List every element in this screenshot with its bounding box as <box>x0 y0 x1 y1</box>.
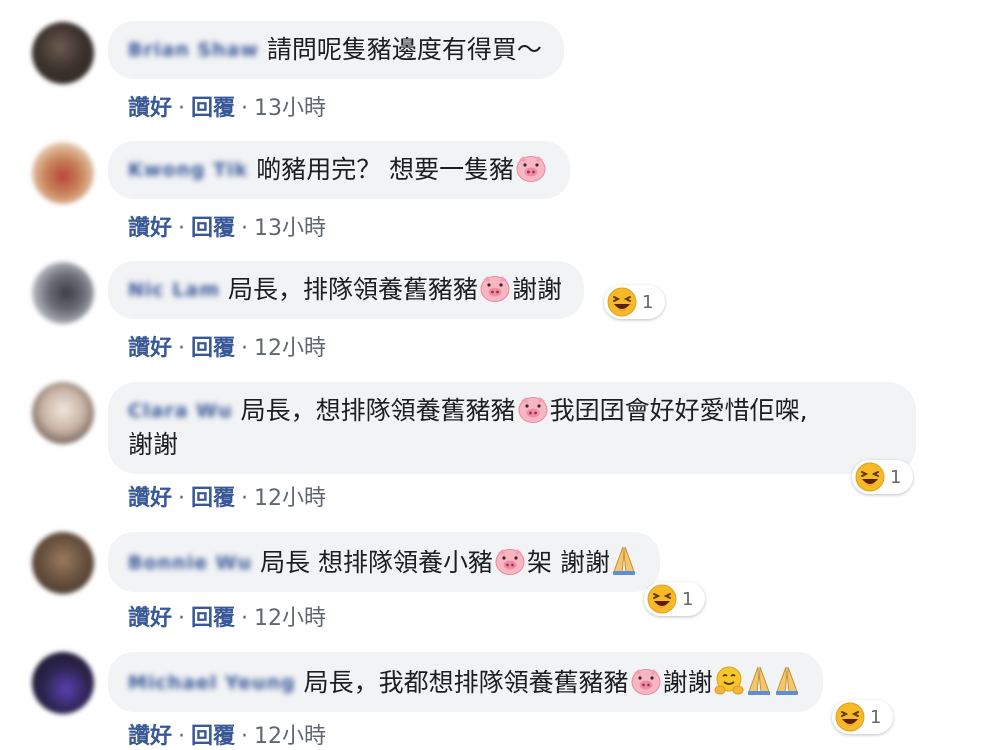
comment-bubble: Clara Wu 局長，想排隊領養舊豬豬 我囝囝會好好愛惜佢㗎, 謝謝 <box>108 382 916 474</box>
haha-icon <box>835 702 865 732</box>
comment-bubble: Bonnie Wu 局長 想排隊領養小豬 架 謝謝 <box>108 532 660 592</box>
comment-actions: 讚好 · 回覆 · 12小時 <box>128 600 326 632</box>
reaction-count: 1 <box>682 588 694 610</box>
avatar[interactable] <box>32 142 94 204</box>
comment-actions: 讚好 · 回覆 · 13小時 <box>128 90 326 122</box>
comment-text-end: 架 謝謝 <box>527 548 610 577</box>
pig-face-icon <box>517 394 549 424</box>
comment-text: 請問呢隻豬邊度有得買～ <box>266 35 542 64</box>
comment-text-end: 謝謝 <box>662 668 713 697</box>
reaction-badge[interactable]: 1 <box>604 285 666 319</box>
separator-dot: · <box>178 96 186 121</box>
comment-bubble: Kwong Tik 啲豬用完？ 想要一隻豬 <box>108 141 571 199</box>
separator-dot: · <box>178 336 186 361</box>
separator-dot: · <box>241 336 249 361</box>
comment-author[interactable]: Bonnie Wu <box>128 546 252 580</box>
like-link[interactable]: 讚好 <box>128 216 172 241</box>
timestamp[interactable]: 13小時 <box>254 96 326 121</box>
pig-face-icon <box>479 273 511 303</box>
avatar[interactable] <box>32 652 94 714</box>
separator-dot: · <box>178 606 186 631</box>
haha-icon <box>855 462 885 492</box>
separator-dot: · <box>178 216 186 241</box>
reaction-badge[interactable]: 1 <box>832 700 894 734</box>
like-link[interactable]: 讚好 <box>128 486 172 511</box>
comment-bubble: Nic Lam 局長，排隊領養舊豬豬 謝謝 <box>108 261 585 319</box>
comment-bubble: Brian Shaw 請問呢隻豬邊度有得買～ <box>108 21 564 79</box>
separator-dot: · <box>178 486 186 511</box>
reaction-badge[interactable]: 1 <box>644 582 706 616</box>
like-link[interactable]: 讚好 <box>128 336 172 361</box>
comment-actions: 讚好 · 回覆 · 12小時 <box>128 480 326 512</box>
separator-dot: · <box>241 606 249 631</box>
like-link[interactable]: 讚好 <box>128 724 172 749</box>
timestamp[interactable]: 12小時 <box>254 606 326 631</box>
avatar[interactable] <box>32 22 94 84</box>
separator-dot: · <box>178 724 186 749</box>
avatar[interactable] <box>32 382 94 444</box>
comment-text: 局長，排隊領養舊豬豬 <box>228 275 479 304</box>
separator-dot: · <box>241 724 249 749</box>
comment-author[interactable]: Brian Shaw <box>128 33 259 67</box>
comment-author[interactable]: Nic Lam <box>128 273 220 307</box>
comment-text: 局長，想排隊領養舊豬豬 <box>240 396 516 425</box>
like-link[interactable]: 讚好 <box>128 606 172 631</box>
pig-face-icon <box>515 153 547 183</box>
folded-hands-icon <box>610 544 638 576</box>
avatar[interactable] <box>32 262 94 324</box>
comment-actions: 讚好 · 回覆 · 13小時 <box>128 210 326 242</box>
comment-bubble: Michael Yeung 局長，我都想排隊領養舊豬豬 謝謝 <box>108 652 823 712</box>
separator-dot: · <box>241 216 249 241</box>
reply-link[interactable]: 回覆 <box>191 96 235 121</box>
reaction-count: 1 <box>890 466 902 488</box>
reply-link[interactable]: 回覆 <box>191 216 235 241</box>
timestamp[interactable]: 12小時 <box>254 336 326 361</box>
timestamp[interactable]: 13小時 <box>254 216 326 241</box>
comment-actions: 讚好 · 回覆 · 12小時 <box>128 330 326 362</box>
reply-link[interactable]: 回覆 <box>191 486 235 511</box>
timestamp[interactable]: 12小時 <box>254 724 326 749</box>
pig-face-icon <box>494 546 526 576</box>
reply-link[interactable]: 回覆 <box>191 724 235 749</box>
haha-icon <box>647 584 677 614</box>
comment-text: 啲豬用完？ 想要一隻豬 <box>256 155 515 184</box>
comment-author[interactable]: Kwong Tik <box>128 153 248 187</box>
comment-text-end: 謝謝 <box>512 275 563 304</box>
comment-author[interactable]: Michael Yeung <box>128 666 296 700</box>
reaction-count: 1 <box>642 291 654 313</box>
reaction-count: 1 <box>870 706 882 728</box>
like-link[interactable]: 讚好 <box>128 96 172 121</box>
comment-author[interactable]: Clara Wu <box>128 394 233 428</box>
reaction-badge[interactable]: 1 <box>852 460 914 494</box>
reply-link[interactable]: 回覆 <box>191 336 235 361</box>
separator-dot: · <box>241 486 249 511</box>
folded-hands-icon <box>745 664 773 696</box>
comment-actions: 讚好 · 回覆 · 12小時 <box>128 718 326 750</box>
folded-hands-icon <box>773 664 801 696</box>
comment-text-end: 謝謝 <box>128 430 179 459</box>
reply-link[interactable]: 回覆 <box>191 606 235 631</box>
comment-text-mid: 我囝囝會好好愛惜佢㗎, <box>549 396 808 425</box>
separator-dot: · <box>241 96 249 121</box>
avatar[interactable] <box>32 532 94 594</box>
comment-text: 局長 想排隊領養小豬 <box>260 548 494 577</box>
haha-icon <box>607 287 637 317</box>
timestamp[interactable]: 12小時 <box>254 486 326 511</box>
pig-face-icon <box>630 666 662 696</box>
comment-text: 局長，我都想排隊領養舊豬豬 <box>303 668 629 697</box>
hugging-face-icon <box>713 665 745 697</box>
